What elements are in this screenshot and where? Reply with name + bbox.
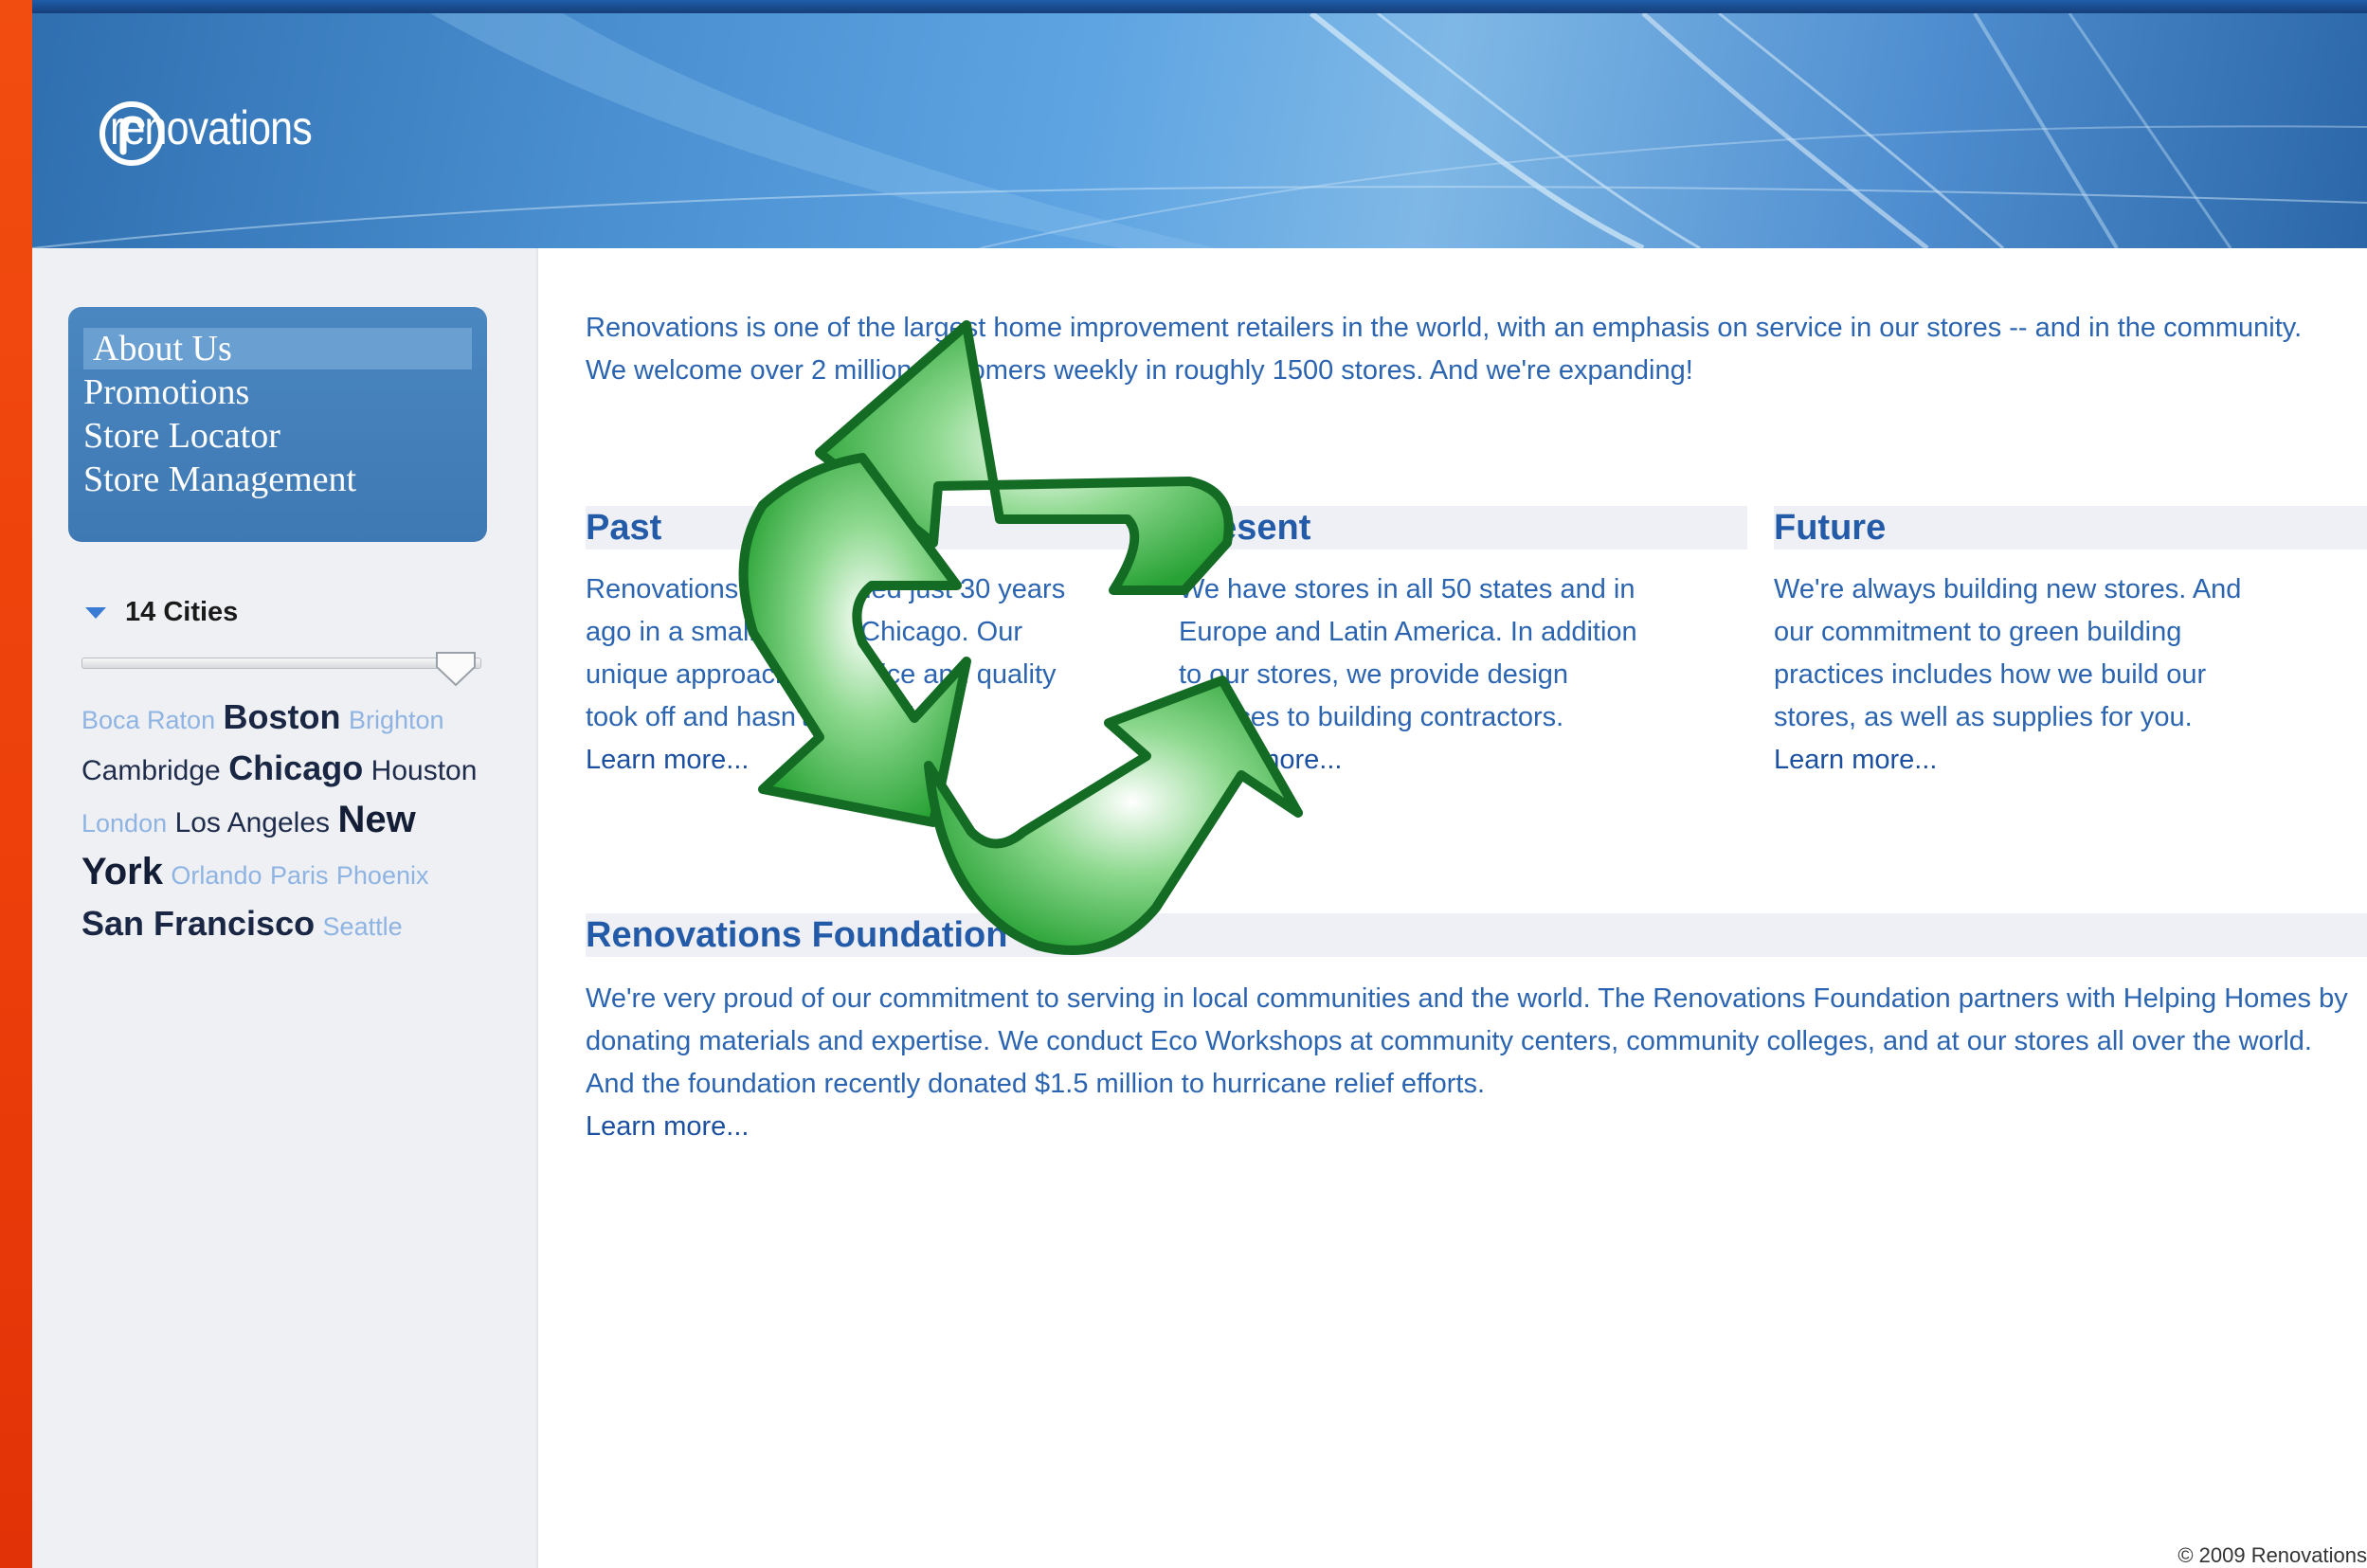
city-tag-cloud: Boca Raton Boston Brighton Cambridge Chi… bbox=[81, 695, 498, 953]
sidebar: About Us Promotions Store Locator Store … bbox=[32, 248, 538, 1568]
city-tag[interactable]: Cambridge bbox=[81, 755, 221, 786]
logo-text: renovations bbox=[110, 101, 313, 154]
city-tag[interactable]: Brighton bbox=[349, 706, 444, 734]
foundation-learn-more-link[interactable]: Learn more... bbox=[586, 1111, 749, 1142]
banner-decoration bbox=[32, 13, 2367, 248]
city-tag[interactable]: London bbox=[81, 809, 167, 838]
city-tag[interactable]: Houston bbox=[371, 755, 478, 786]
cities-slider-thumb[interactable] bbox=[434, 650, 478, 688]
window-edge-strip bbox=[0, 0, 32, 1568]
section-future-text: We're always building new stores. And ou… bbox=[1774, 574, 2242, 732]
city-tag[interactable]: San Francisco bbox=[81, 904, 315, 943]
city-tag[interactable]: Chicago bbox=[228, 748, 363, 787]
site-logo[interactable]: renovations bbox=[99, 100, 345, 166]
foundation-section: We're very proud of our commitment to se… bbox=[586, 978, 2358, 1148]
city-tag[interactable]: Boca Raton bbox=[81, 706, 215, 734]
header-banner: renovations bbox=[32, 13, 2367, 248]
city-tag[interactable]: Seattle bbox=[323, 912, 403, 941]
main-nav: About Us Promotions Store Locator Store … bbox=[68, 307, 487, 542]
top-bar bbox=[32, 0, 2367, 13]
foundation-text: We're very proud of our commitment to se… bbox=[586, 983, 2348, 1099]
cities-toggle[interactable]: 14 Cities bbox=[85, 597, 238, 628]
section-future-title: Future bbox=[1774, 506, 2367, 550]
city-tag[interactable]: Los Angeles bbox=[175, 807, 330, 838]
recycle-arrows-icon bbox=[738, 320, 1303, 955]
future-learn-more-link[interactable]: Learn more... bbox=[1774, 745, 1937, 775]
cities-slider-track[interactable] bbox=[81, 658, 481, 669]
nav-item-store-locator[interactable]: Store Locator bbox=[83, 415, 466, 457]
section-future: We're always building new stores. And ou… bbox=[1774, 568, 2257, 782]
nav-item-promotions[interactable]: Promotions bbox=[83, 371, 466, 413]
triangle-down-icon bbox=[85, 606, 106, 619]
footer-copyright: © 2009 Renovations bbox=[2177, 1543, 2367, 1567]
nav-item-about-us[interactable]: About Us bbox=[83, 328, 472, 369]
nav-item-store-management[interactable]: Store Management bbox=[83, 459, 466, 500]
cities-heading: 14 Cities bbox=[125, 597, 239, 627]
city-tag[interactable]: Boston bbox=[224, 697, 341, 736]
past-learn-more-link[interactable]: Learn more... bbox=[586, 745, 749, 775]
city-tag[interactable]: Orlando bbox=[171, 861, 262, 890]
city-tag[interactable]: Phoenix bbox=[336, 861, 429, 890]
city-tag[interactable]: Paris bbox=[270, 861, 329, 890]
